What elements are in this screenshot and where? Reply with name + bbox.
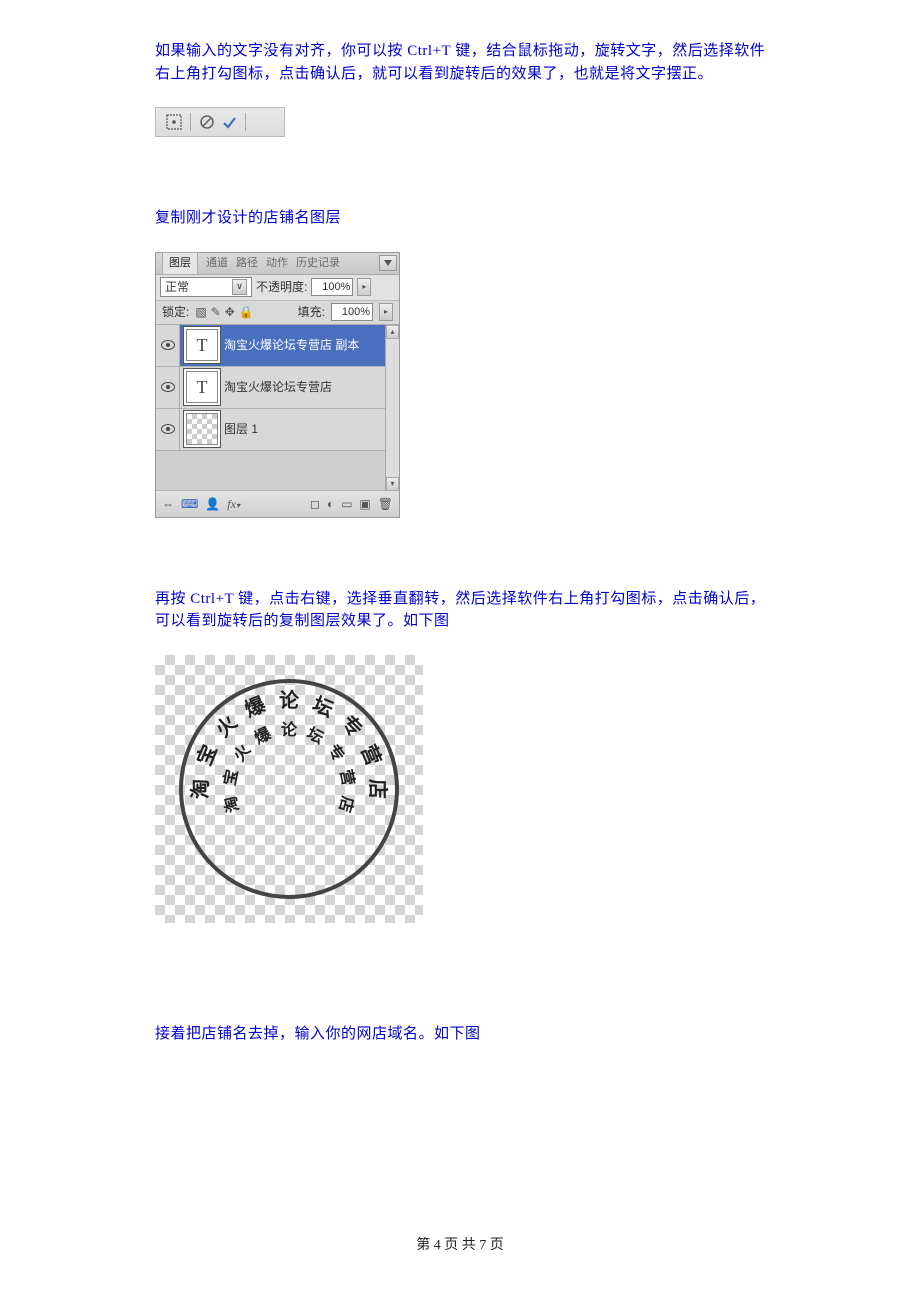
- blend-mode-row: 正常 ∨ 不透明度: 100% ▸: [156, 275, 399, 301]
- fx-icon: fx▾: [227, 495, 240, 513]
- lock-paint-icon: ✎: [211, 303, 221, 321]
- transform-origin-icon: [164, 112, 184, 132]
- scroll-up-icon: ▴: [386, 325, 399, 339]
- layers-panel-figure: 图层 通道 路径 动作 历史记录 正常 ∨ 不透明度: 100% ▸ 锁定: ▧…: [155, 252, 400, 518]
- layer-name: 图层 1: [224, 420, 399, 438]
- tab-actions: 动作: [266, 255, 288, 272]
- blend-mode-select: 正常 ∨: [160, 277, 252, 297]
- layer-row: T 淘宝火爆论坛专营店: [156, 367, 399, 409]
- paragraph-4: 接着把店铺名去掉，输入你的网店域名。如下图: [155, 1023, 770, 1046]
- paragraph-2: 复制刚才设计的店铺名图层: [155, 207, 770, 230]
- keyboard-icon-blue: ⌨: [181, 495, 198, 513]
- lock-icons: ▧ ✎ ✥ 🔒: [195, 303, 253, 321]
- paragraph-3: 再按 Ctrl+T 键，点击右键，选择垂直翻转，然后选择软件右上角打勾图标，点击…: [155, 588, 770, 633]
- tab-paths: 路径: [236, 255, 258, 272]
- panel-menu-icon: [379, 255, 397, 271]
- layer-row: T 淘宝火爆论坛专营店 副本: [156, 325, 399, 367]
- opacity-spinner-icon: ▸: [357, 278, 371, 296]
- adjustment-icon: ◐: [327, 495, 334, 513]
- mask-icon: ◻: [310, 495, 320, 513]
- scrollbar: ▴ ▾: [385, 325, 399, 491]
- user-icon-blue: 👤: [205, 495, 220, 513]
- layer-name: 淘宝火爆论坛专营店: [224, 378, 399, 396]
- cancel-transform-icon: [197, 112, 217, 132]
- tab-layers: 图层: [162, 252, 198, 274]
- circle-ring: 淘宝火爆论坛专营店 淘宝火爆论坛专营店: [179, 679, 399, 899]
- circle-text-result-figure: 淘宝火爆论坛专营店 淘宝火爆论坛专营店: [155, 655, 423, 923]
- page-footer: 第 4 页 共 7 页: [0, 1234, 920, 1254]
- toolbar-divider: [190, 113, 191, 131]
- toolbar-divider: [245, 113, 246, 131]
- fill-input: 100%: [331, 303, 373, 321]
- opacity-label: 不透明度:: [256, 278, 307, 296]
- visibility-eye-icon: [156, 367, 180, 408]
- paragraph-1: 如果输入的文字没有对齐，你可以按 Ctrl+T 键，结合鼠标拖动，旋转文字，然后…: [155, 40, 770, 85]
- layers-empty-space: [156, 451, 399, 491]
- page-body: 如果输入的文字没有对齐，你可以按 Ctrl+T 键，结合鼠标拖动，旋转文字，然后…: [0, 0, 920, 1045]
- layers-list: T 淘宝火爆论坛专营店 副本 T 淘宝火爆论坛专营店 图层 1: [156, 325, 399, 491]
- visibility-eye-icon: [156, 325, 180, 366]
- folder-icon: ▭: [341, 495, 352, 513]
- layer-name: 淘宝火爆论坛专营店 副本: [224, 336, 399, 354]
- tab-channels: 通道: [206, 255, 228, 272]
- layers-panel-tabs: 图层 通道 路径 动作 历史记录: [156, 253, 399, 275]
- visibility-eye-icon: [156, 409, 180, 450]
- layer-thumb-text-icon: T: [186, 371, 218, 403]
- transform-toolbar-figure: [155, 107, 285, 137]
- link-layers-icon: ⇔: [162, 495, 174, 513]
- lock-all-icon: 🔒: [239, 303, 254, 321]
- opacity-input: 100%: [311, 278, 353, 296]
- lock-label: 锁定:: [162, 303, 189, 321]
- layers-panel-bottom-toolbar: ⇔ ⌨ 👤 fx▾ ◻ ◐ ▭ ▣ 🗑: [156, 491, 399, 517]
- trash-icon: 🗑: [378, 495, 393, 513]
- new-layer-icon: ▣: [359, 495, 370, 513]
- lock-row: 锁定: ▧ ✎ ✥ 🔒 填充: 100% ▸: [156, 301, 399, 325]
- confirm-transform-icon: [219, 112, 239, 132]
- blend-mode-value: 正常: [165, 278, 189, 296]
- tab-history: 历史记录: [296, 255, 340, 272]
- lock-move-icon: ✥: [225, 303, 235, 321]
- fill-label: 填充:: [298, 303, 325, 321]
- lock-transparent-icon: ▧: [195, 303, 206, 321]
- layer-row: 图层 1: [156, 409, 399, 451]
- fill-spinner-icon: ▸: [379, 303, 393, 321]
- dropdown-arrow-icon: ∨: [232, 279, 247, 295]
- scroll-down-icon: ▾: [386, 477, 399, 491]
- layer-thumb-text-icon: T: [186, 329, 218, 361]
- layer-thumb-transparent-icon: [186, 413, 218, 445]
